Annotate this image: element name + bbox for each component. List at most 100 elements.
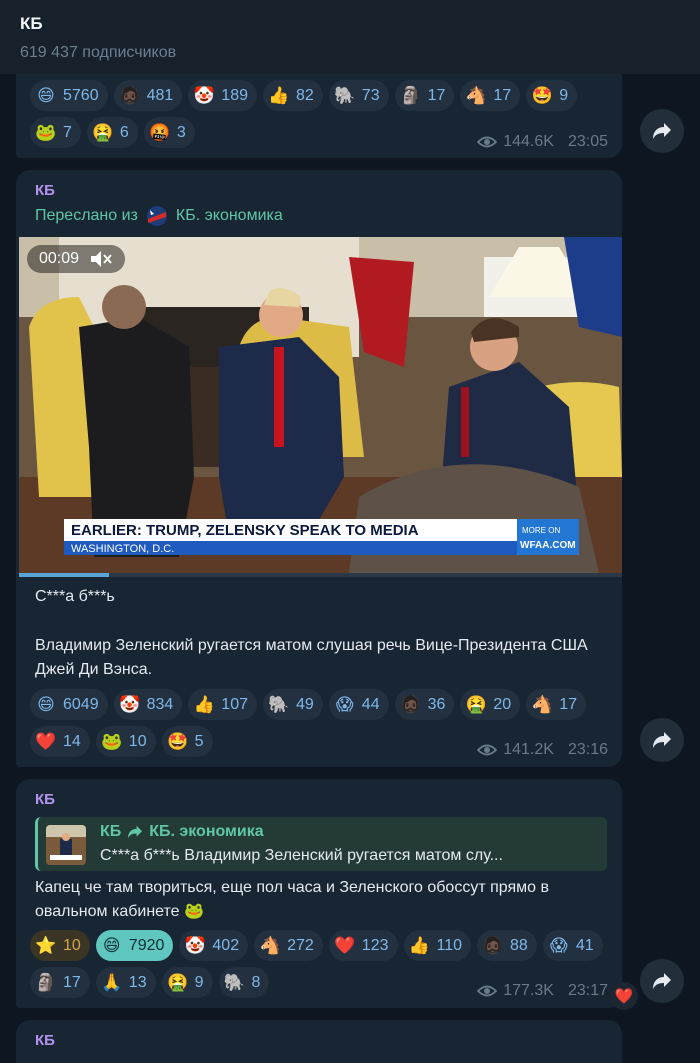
reaction-count: 10 [128, 732, 147, 750]
reaction-count: 49 [296, 695, 314, 713]
reaction-pill[interactable]: 🧔🏿 88 [477, 930, 537, 961]
reaction-emoji-icon: 🧔🏿 [119, 86, 141, 105]
video-brand-top: MORE ON [522, 526, 560, 535]
reaction-emoji-icon: 🐘 [268, 695, 290, 714]
reaction-pill[interactable]: 🤡 189 [188, 80, 257, 111]
video-brand: WFAA.COM [520, 540, 576, 551]
reaction-pill[interactable]: 🤮 20 [460, 689, 521, 720]
video-progress-bar[interactable] [19, 573, 622, 577]
video-player[interactable]: EARLIER: TRUMP, ZELENSKY SPEAK TO MEDIA … [19, 237, 622, 573]
share-button-post-2[interactable] [640, 718, 684, 762]
reaction-pill[interactable]: 😄 5760 [30, 80, 108, 111]
reaction-pill[interactable]: 🧔🏿 36 [394, 689, 455, 720]
post-text-line2: Владимир Зеленский ругается матом слушая… [35, 637, 588, 678]
reaction-pill[interactable]: 🤩 9 [526, 80, 578, 111]
reaction-pill[interactable]: 🧔🏿 481 [113, 80, 183, 111]
reaction-count: 17 [559, 695, 577, 713]
reaction-count: 73 [361, 86, 380, 104]
views-icon [477, 744, 498, 756]
reaction-emoji-icon: 🤡 [193, 86, 215, 105]
reaction-pill[interactable]: 🐴 17 [460, 80, 521, 111]
reaction-pill[interactable]: 😄 7920 [95, 930, 174, 961]
reaction-count: 17 [63, 973, 81, 991]
reaction-emoji-icon: 🐴 [259, 936, 281, 955]
reaction-count: 9 [559, 86, 569, 104]
reaction-pill[interactable]: ❤️ 123 [328, 930, 398, 961]
reaction-pill[interactable]: 👍 110 [403, 930, 472, 961]
reaction-pill[interactable]: 🤮 6 [86, 117, 138, 148]
reaction-pill[interactable]: 🐘 49 [263, 689, 323, 720]
reaction-emoji-icon: 🐸 [101, 732, 123, 751]
reaction-emoji-icon: 🗿 [400, 86, 422, 105]
views-icon [477, 136, 498, 148]
reaction-pill[interactable]: 🐘 73 [328, 80, 389, 111]
reaction-emoji-icon: 🙏 [101, 973, 123, 992]
reaction-count: 36 [427, 695, 446, 713]
reaction-count: 7 [63, 123, 72, 141]
reaction-pill[interactable]: 👍 82 [263, 80, 323, 111]
reaction-pill[interactable]: 😄 6049 [30, 689, 108, 720]
view-count: 144.6K [503, 133, 554, 150]
video-duration[interactable]: 00:09 [27, 245, 125, 273]
reaction-emoji-icon: 🤩 [531, 86, 553, 105]
reaction-pill[interactable]: ⭐ 10 [30, 930, 90, 961]
post-text: Капец че там твориться, еще пол часа и З… [35, 879, 549, 920]
reaction-count: 88 [510, 936, 528, 954]
reaction-count: 17 [427, 86, 446, 104]
reaction-pill[interactable]: 👍 107 [188, 689, 257, 720]
reaction-pill[interactable]: 🤡 402 [179, 930, 249, 961]
reaction-pill[interactable]: 🐸 10 [95, 726, 156, 757]
forwarded-from[interactable]: Переслано из КБ. экономика [16, 199, 622, 227]
views-icon [477, 985, 498, 997]
reaction-emoji-icon: 🤡 [119, 695, 141, 714]
reaction-count: 7920 [128, 936, 165, 954]
reaction-emoji-icon: 🧔🏿 [400, 695, 422, 714]
message-meta-post-1: 144.6K 23:05 [477, 133, 608, 151]
reaction-count: 82 [296, 86, 314, 104]
reaction-pill[interactable]: 🤮 9 [161, 967, 213, 998]
reaction-count: 272 [287, 936, 314, 954]
channel-name: КБ [35, 791, 55, 808]
reaction-pill[interactable]: 🗿 17 [394, 80, 455, 111]
reaction-pill[interactable]: 🐘 8 [218, 967, 270, 998]
channel-avatar-icon [146, 206, 167, 226]
reaction-emoji-icon: 🤬 [149, 123, 171, 142]
forwarded-prefix: Переслано из [35, 207, 138, 224]
reaction-pill[interactable]: 🤡 834 [113, 689, 183, 720]
share-button-post-1[interactable] [640, 109, 684, 153]
reaction-pill[interactable]: 🙏 13 [95, 967, 156, 998]
reaction-emoji-icon: 😄 [37, 695, 55, 714]
reaction-pill[interactable]: 🤩 5 [161, 726, 213, 757]
reaction-emoji-icon: 🐴 [465, 86, 487, 105]
own-reaction-badge[interactable]: ❤️ [610, 982, 638, 1010]
channel-title: КБ [20, 14, 43, 33]
reaction-pill[interactable]: 🐸 7 [30, 117, 81, 148]
quoted-message[interactable]: КБ КБ. экономика С***а б***ь Владимир Зе… [35, 817, 607, 871]
reaction-emoji-icon: ⭐ [35, 936, 57, 955]
reaction-emoji-icon: 🤮 [92, 123, 114, 142]
quote-title: КБ КБ. экономика [100, 823, 264, 841]
reaction-pill[interactable]: 🐴 272 [254, 930, 323, 961]
reaction-pill[interactable]: 🗿 17 [30, 967, 90, 998]
reaction-count: 9 [194, 973, 204, 991]
reaction-count: 44 [361, 695, 380, 713]
forwarded-channel: КБ. экономика [175, 207, 283, 224]
reaction-pill[interactable]: ❤️ 14 [30, 726, 90, 757]
mute-icon[interactable] [89, 250, 113, 268]
reaction-pill[interactable]: 🐴 17 [526, 689, 586, 720]
reaction-emoji-icon: 🤩 [167, 732, 189, 751]
reaction-count: 6049 [63, 695, 99, 713]
message-meta-post-2: 141.2K 23:16 [477, 741, 608, 759]
share-button-post-3[interactable] [640, 959, 684, 1003]
reaction-count: 481 [146, 86, 174, 104]
chat-header[interactable]: КБ 619 437 подписчиков [0, 0, 700, 74]
reaction-pill[interactable]: 😱 41 [542, 930, 603, 961]
reaction-pill[interactable]: 😱 44 [328, 689, 389, 720]
quote-thumbnail [46, 825, 86, 865]
message-meta-post-3: 177.3K 23:17 [477, 982, 608, 1000]
share-arrow-icon [653, 732, 671, 748]
reaction-count: 8 [251, 973, 261, 991]
reaction-count: 110 [436, 936, 463, 954]
video-location: WASHINGTON, D.C. [71, 543, 174, 555]
reaction-pill[interactable]: 🤬 3 [143, 117, 195, 148]
